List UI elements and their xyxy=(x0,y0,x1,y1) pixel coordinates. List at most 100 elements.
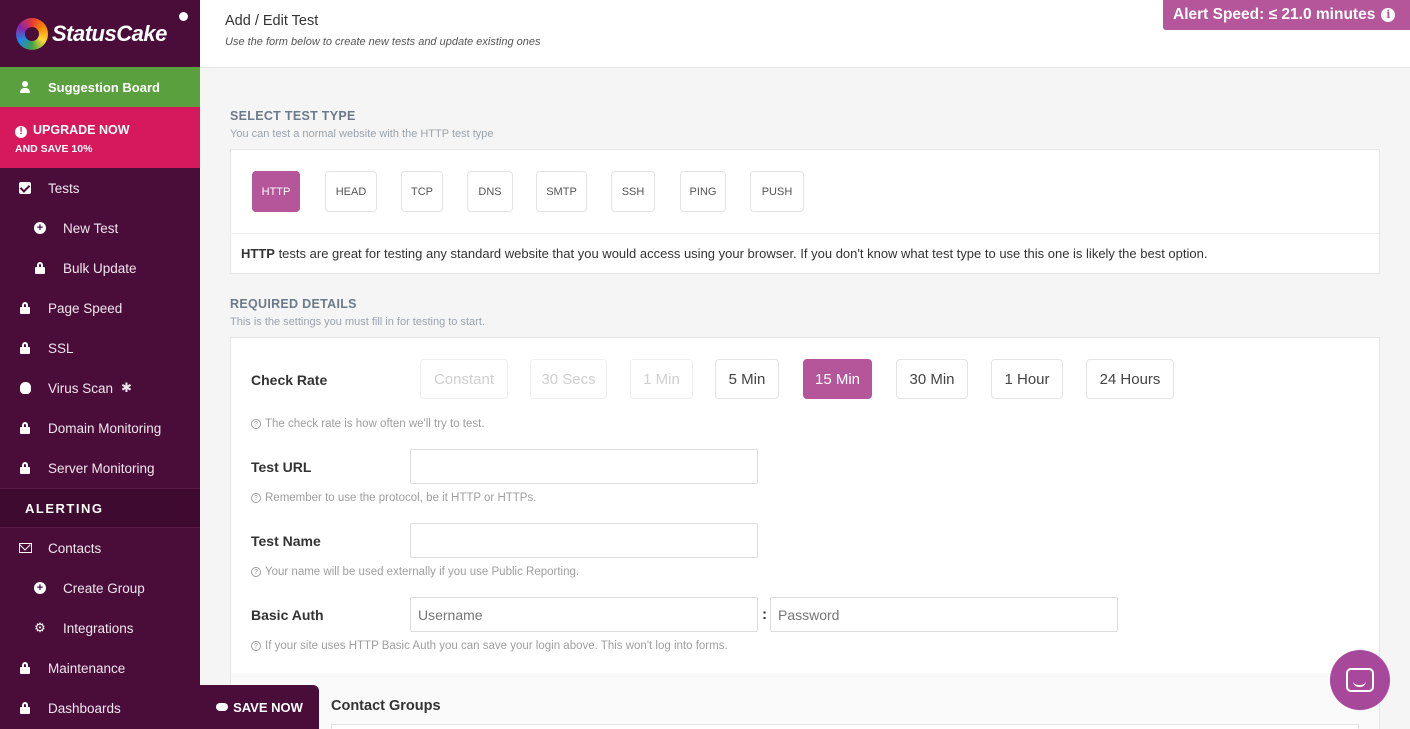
sidebar-item-bulk-update[interactable]: Bulk Update xyxy=(0,248,200,288)
sidebar-item-ssl[interactable]: SSL xyxy=(0,328,200,368)
lock-icon xyxy=(20,462,30,474)
sidebar-item-contacts[interactable]: Contacts xyxy=(0,528,200,568)
sidebar-item-label: SSL xyxy=(48,340,74,356)
basic-auth-label: Basic Auth xyxy=(251,607,324,623)
test-name-label: Test Name xyxy=(251,533,321,549)
rate-30-min-button[interactable]: 30 Min xyxy=(896,359,968,399)
statuscake-logo-icon xyxy=(16,17,48,50)
basic-auth-separator: : xyxy=(762,606,767,623)
sidebar-item-create-group[interactable]: + Create Group xyxy=(0,568,200,608)
lock-icon xyxy=(20,302,30,314)
rate-1-hour-button[interactable]: 1 Hour xyxy=(991,359,1063,399)
check-rate-hint: ? The check rate is how often we'll try t… xyxy=(251,418,485,430)
sidebar-item-label: Dashboards xyxy=(48,700,121,716)
upgrade-label: UPGRADE NOW xyxy=(33,123,130,137)
rate-24-hours-button[interactable]: 24 Hours xyxy=(1086,359,1174,399)
sidebar-item-integrations[interactable]: ⚙ Integrations xyxy=(0,608,200,648)
test-url-label: Test URL xyxy=(251,459,312,475)
chat-icon xyxy=(1346,668,1374,692)
lock-icon xyxy=(20,662,30,674)
info-icon[interactable]: i xyxy=(1381,8,1396,22)
question-icon: ? xyxy=(251,493,261,503)
sidebar-item-label: New Test xyxy=(63,220,119,236)
alerting-section-header: ALERTING xyxy=(0,488,200,528)
save-now-button[interactable]: SAVE NOW xyxy=(200,685,319,729)
sidebar-item-label: Maintenance xyxy=(48,660,126,676)
check-square-icon xyxy=(19,182,31,194)
sidebar-item-page-speed[interactable]: Page Speed xyxy=(0,288,200,328)
rate-15-min-button[interactable]: 15 Min xyxy=(803,359,872,399)
brand-name: StatusCake xyxy=(52,20,167,46)
logo[interactable]: StatusCake xyxy=(0,0,200,67)
test-url-hint: ? Remember to use the protocol, be it HTT… xyxy=(251,492,536,504)
question-icon: ? xyxy=(251,567,261,577)
type-http-button[interactable]: HTTP xyxy=(252,171,300,212)
lock-icon xyxy=(20,422,30,434)
exclamation-icon: ! xyxy=(15,126,27,138)
question-icon: ? xyxy=(251,641,261,651)
alert-speed-label: Alert Speed: ≤ 21.0 minutes xyxy=(1173,6,1376,23)
test-url-input[interactable] xyxy=(410,449,758,484)
contact-groups-label: Contact Groups xyxy=(331,698,441,714)
lock-icon xyxy=(20,342,30,354)
sidebar-item-label: Integrations xyxy=(63,620,134,636)
test-type-description-text: tests are great for testing any standard… xyxy=(274,246,1208,261)
test-type-description: HTTP tests are great for testing any sta… xyxy=(231,233,1379,274)
sidebar-item-dashboards[interactable]: Dashboards xyxy=(0,688,200,728)
sidebar-item-maintenance[interactable]: Maintenance xyxy=(0,648,200,688)
lock-icon xyxy=(35,262,45,274)
type-head-button[interactable]: HEAD xyxy=(325,171,377,212)
select-test-type-subheading: You can test a normal website with the H… xyxy=(230,128,494,140)
test-name-hint: ? Your name will be used externally if yo… xyxy=(251,566,579,578)
required-details-subheading: This is the settings you must fill in fo… xyxy=(230,316,485,328)
bug-icon xyxy=(19,382,31,394)
type-push-button[interactable]: PUSH xyxy=(750,171,804,212)
test-name-input[interactable] xyxy=(410,523,758,558)
basic-auth-username-input[interactable] xyxy=(410,597,758,632)
sidebar-item-server-monitoring[interactable]: Server Monitoring xyxy=(0,448,200,488)
type-dns-button[interactable]: DNS xyxy=(467,171,513,212)
sidebar-item-new-test[interactable]: + New Test xyxy=(0,208,200,248)
suggestion-board-label: Suggestion Board xyxy=(48,79,160,95)
type-tcp-button[interactable]: TCP xyxy=(401,171,443,212)
suggestion-board-link[interactable]: Suggestion Board xyxy=(0,67,200,107)
chat-launcher-button[interactable] xyxy=(1330,650,1390,710)
page-header: Add / Edit Test Use the form below to cr… xyxy=(200,0,1410,68)
sidebar-item-domain-monitoring[interactable]: Domain Monitoring xyxy=(0,408,200,448)
upgrade-now-banner[interactable]: ! UPGRADE NOW AND SAVE 10% xyxy=(0,107,200,168)
sidebar-item-label: Contacts xyxy=(48,540,102,556)
rate-30-secs-button[interactable]: 30 Secs xyxy=(530,359,607,399)
plus-circle-icon: + xyxy=(34,582,46,594)
sidebar-item-virus-scan[interactable]: Virus Scan ✱ xyxy=(0,368,200,408)
sidebar: StatusCake Suggestion Board ! UPGRADE NOW… xyxy=(0,0,200,729)
check-rate-label: Check Rate xyxy=(251,372,328,388)
new-feature-icon: ✱ xyxy=(121,380,132,395)
required-details-card: Check Rate Constant 30 Secs 1 Min 5 Min … xyxy=(230,337,1380,729)
basic-auth-password-input[interactable] xyxy=(770,597,1118,632)
required-details-heading: REQUIRED DETAILS xyxy=(230,297,357,311)
test-type-description-bold: HTTP xyxy=(241,246,275,261)
select-test-type-heading: SELECT TEST TYPE xyxy=(230,109,356,123)
rate-constant-button[interactable]: Constant xyxy=(420,359,508,399)
type-smtp-button[interactable]: SMTP xyxy=(536,171,587,212)
sidebar-item-label: Tests xyxy=(48,180,80,196)
alert-speed-badge[interactable]: Alert Speed: ≤ 21.0 minutes i xyxy=(1163,0,1410,30)
page-title: Add / Edit Test xyxy=(225,13,319,29)
cloud-icon xyxy=(216,703,229,711)
type-ssh-button[interactable]: SSH xyxy=(611,171,655,212)
rate-1-min-button[interactable]: 1 Min xyxy=(630,359,693,399)
sidebar-item-label: Bulk Update xyxy=(63,260,137,276)
sidebar-item-label: Domain Monitoring xyxy=(48,420,162,436)
rate-5-min-button[interactable]: 5 Min xyxy=(715,359,779,399)
sidebar-item-tests[interactable]: Tests xyxy=(0,168,200,208)
envelope-icon xyxy=(18,543,32,553)
sidebar-item-label: Page Speed xyxy=(48,300,123,316)
sidebar-item-label: Server Monitoring xyxy=(48,460,155,476)
plus-circle-icon: + xyxy=(34,222,46,234)
save-now-label: SAVE NOW xyxy=(233,699,303,715)
sidebar-item-label: Create Group xyxy=(63,580,145,596)
upgrade-sublabel: AND SAVE 10% xyxy=(15,143,93,155)
type-ping-button[interactable]: PING xyxy=(680,171,726,212)
contact-groups-box[interactable] xyxy=(331,724,1359,729)
lock-icon xyxy=(20,702,30,714)
